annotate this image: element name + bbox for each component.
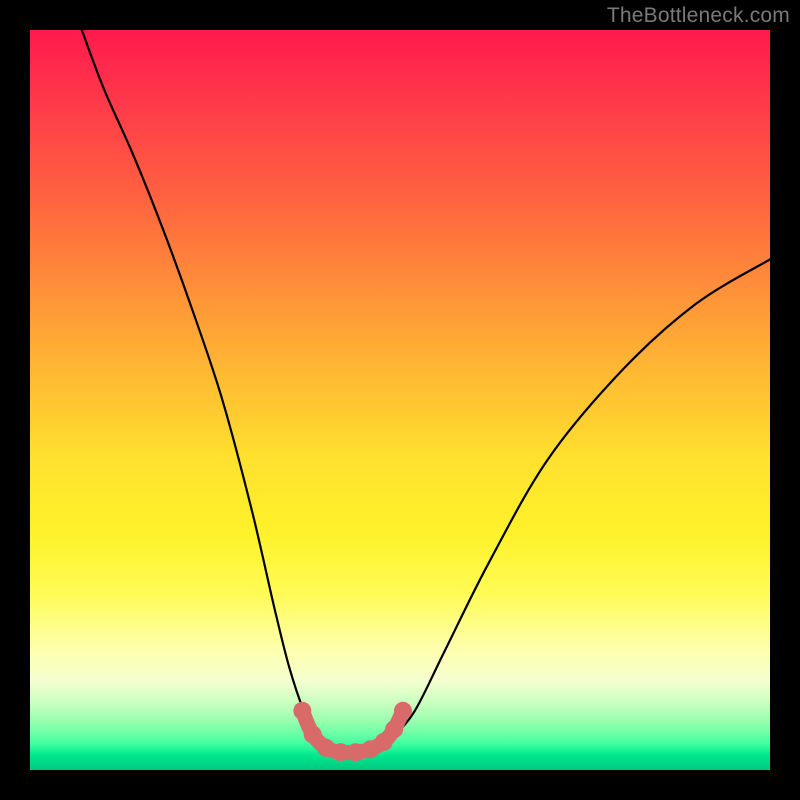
bottom-markers xyxy=(293,702,412,761)
watermark-text: TheBottleneck.com xyxy=(607,4,790,28)
marker-dot xyxy=(304,725,322,743)
bottleneck-curve xyxy=(82,30,770,754)
marker-dot xyxy=(394,702,412,720)
marker-dot xyxy=(385,720,403,738)
chart-plot-area xyxy=(30,30,770,770)
marker-dot xyxy=(293,702,311,720)
chart-frame: TheBottleneck.com xyxy=(0,0,800,800)
chart-svg xyxy=(30,30,770,770)
marker-dot xyxy=(347,743,365,761)
